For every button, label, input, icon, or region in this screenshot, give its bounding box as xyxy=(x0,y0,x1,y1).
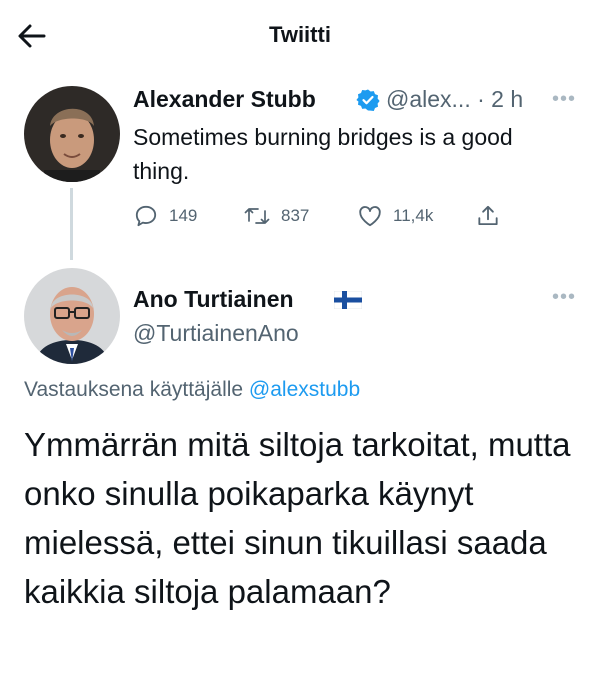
like-icon xyxy=(359,206,381,227)
replying-to-label: Vastauksena käyttäjälle xyxy=(24,378,244,401)
author-name[interactable]: Ano Turtiainen xyxy=(133,286,294,313)
finland-flag-icon xyxy=(334,291,362,309)
avatar-ano-turtiainen[interactable] xyxy=(24,268,120,364)
like-button[interactable]: 11,4k xyxy=(357,200,433,232)
verified-badge-icon xyxy=(356,89,380,111)
author-handle[interactable]: @TurtiainenAno xyxy=(133,320,299,347)
share-button[interactable] xyxy=(475,200,501,232)
tweet-text: Sometimes burning bridges is a good thin… xyxy=(133,124,513,184)
more-icon[interactable]: ••• xyxy=(552,286,576,309)
mention-link[interactable]: @alexstubb xyxy=(249,378,360,401)
page-title: Twiitti xyxy=(269,22,331,47)
retweet-count: 837 xyxy=(281,206,310,225)
retweet-icon xyxy=(244,208,270,224)
avatar-photo xyxy=(24,268,120,364)
retweet-button[interactable]: 837 xyxy=(243,200,309,232)
tweet-actions: 149 837 11,4k xyxy=(133,200,553,232)
avatar-photo xyxy=(24,86,120,182)
avatar-alexander-stubb[interactable] xyxy=(24,86,120,182)
more-icon[interactable]: ••• xyxy=(552,88,576,111)
reply-button[interactable]: 149 xyxy=(133,200,197,232)
reply-count: 149 xyxy=(169,206,198,225)
like-count: 11,4k xyxy=(393,206,434,225)
replying-to: Vastauksena käyttäjälle @alexstubb xyxy=(24,378,360,402)
author-handle-and-time[interactable]: @alex... · 2 h xyxy=(386,86,523,113)
top-bar: Twiitti xyxy=(0,0,600,72)
thread-connector xyxy=(70,188,73,260)
reply-icon xyxy=(135,205,157,227)
reply-text: Ymmärrän mitä siltoja tarkoitat, mutta o… xyxy=(24,426,571,610)
share-icon xyxy=(478,205,498,226)
author-name[interactable]: Alexander Stubb xyxy=(133,86,316,113)
